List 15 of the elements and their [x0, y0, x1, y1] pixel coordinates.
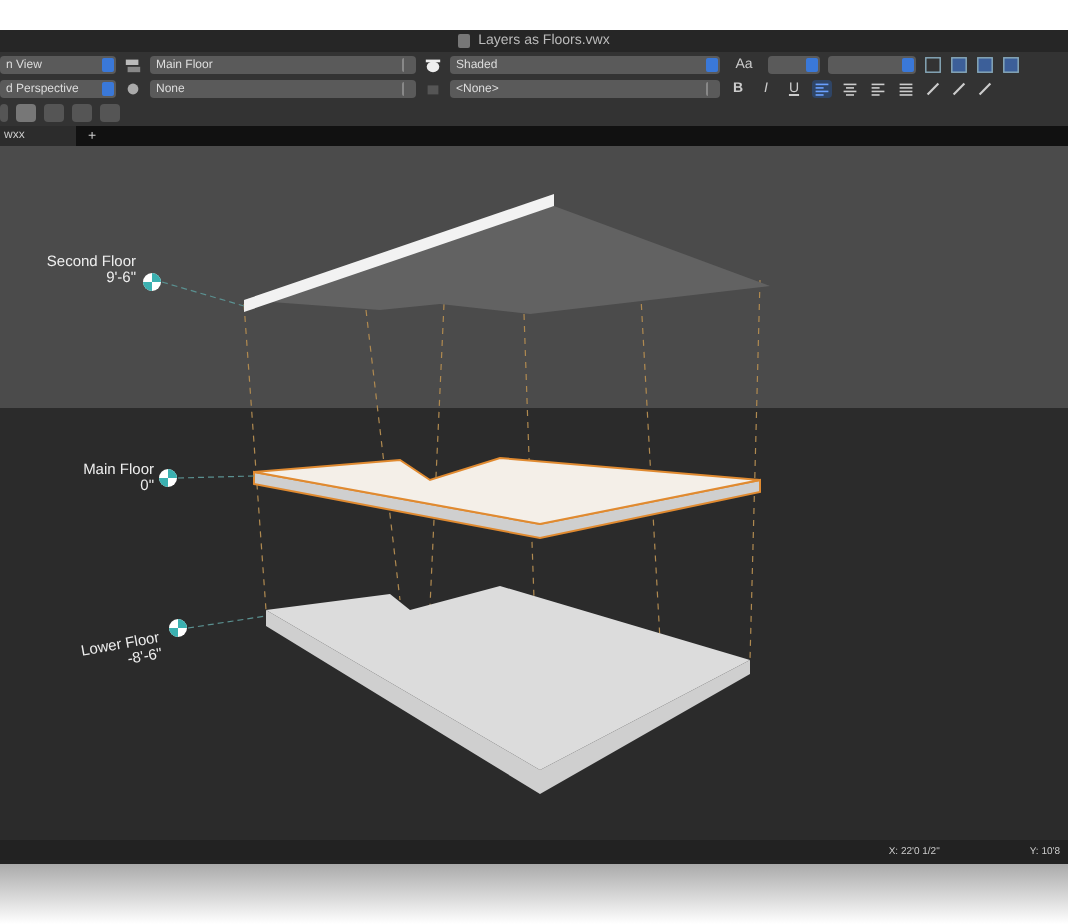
leader-line: [187, 615, 267, 629]
dropdown[interactable]: [768, 56, 820, 75]
level-marker-icon: [143, 273, 161, 291]
align-button[interactable]: [840, 80, 860, 98]
document-icon: [458, 34, 471, 48]
square-icon[interactable]: [950, 56, 968, 75]
level-marker-icon: [159, 469, 177, 487]
align-button[interactable]: [812, 80, 832, 98]
align-button[interactable]: [868, 80, 888, 98]
align-button[interactable]: [896, 80, 916, 98]
level-marker-icon: [169, 619, 187, 637]
leader-line: [161, 281, 245, 307]
teapot-icon[interactable]: [424, 56, 442, 75]
leader-line: [177, 475, 255, 479]
layers-icon[interactable]: [124, 56, 142, 75]
